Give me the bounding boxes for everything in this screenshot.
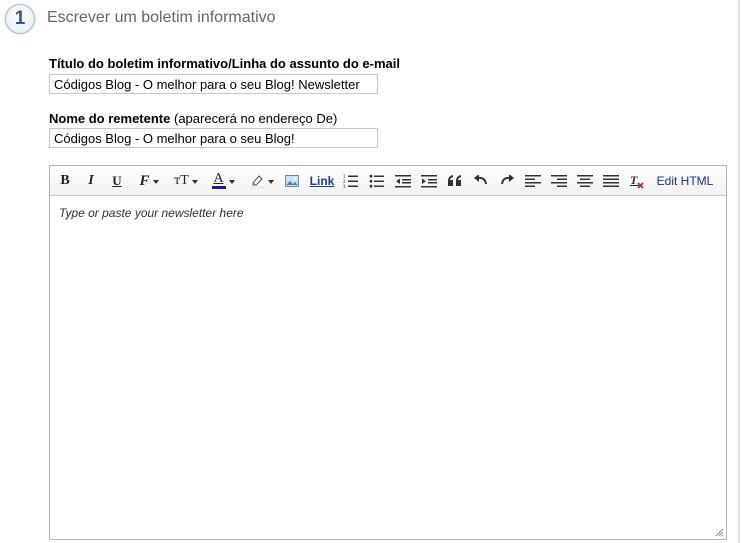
numbered-list-icon: 1 2 3 bbox=[343, 174, 358, 188]
align-right-button[interactable] bbox=[550, 171, 568, 191]
indent-icon bbox=[421, 175, 437, 188]
quote-icon bbox=[448, 175, 461, 186]
sender-label-hint: (aparecerá no endereço De) bbox=[174, 111, 338, 126]
sender-label-text: Nome do remetente bbox=[49, 111, 171, 126]
subject-label-text: Título do boletim informativo/Linha do a… bbox=[49, 56, 400, 71]
step-title: Escrever um boletim informativo bbox=[47, 9, 276, 26]
numbered-list-button[interactable]: 1 2 3 bbox=[342, 171, 360, 191]
align-center-icon bbox=[577, 175, 593, 187]
text-color-icon: A bbox=[211, 171, 226, 189]
insert-link-button[interactable]: Link bbox=[308, 171, 336, 191]
align-right-icon bbox=[551, 175, 567, 187]
redo-icon bbox=[501, 175, 514, 185]
highlight-color-dropdown[interactable] bbox=[245, 171, 277, 191]
redo-button[interactable] bbox=[498, 171, 516, 191]
font-size-icon: тT bbox=[174, 173, 189, 188]
edit-html-button[interactable]: Edit HTML bbox=[653, 171, 717, 191]
align-justify-icon bbox=[603, 175, 619, 187]
clear-formatting-icon: T bbox=[630, 173, 644, 189]
newsletter-body-textarea[interactable]: Type or paste your newsletter here bbox=[50, 196, 726, 539]
newsletter-editor: B I U F тT A Link 1 2 3 T Edit HTML Type… bbox=[49, 165, 727, 540]
right-divider bbox=[738, 0, 740, 543]
underline-icon: U bbox=[112, 173, 122, 188]
italic-button[interactable]: I bbox=[83, 171, 99, 191]
undo-icon bbox=[474, 175, 487, 185]
font-family-dropdown[interactable]: F bbox=[134, 171, 164, 191]
resize-handle-icon[interactable] bbox=[714, 527, 724, 537]
chevron-down-icon bbox=[267, 180, 274, 184]
text-color-glyph: A bbox=[213, 171, 224, 186]
bullet-list-button[interactable] bbox=[368, 171, 386, 191]
align-center-button[interactable] bbox=[576, 171, 594, 191]
align-left-icon bbox=[525, 175, 541, 187]
bold-button[interactable]: B bbox=[57, 171, 73, 191]
editor-placeholder: Type or paste your newsletter here bbox=[59, 206, 244, 220]
editor-toolbar: B I U F тT A Link 1 2 3 T Edit HTML bbox=[50, 166, 726, 196]
justify-button[interactable] bbox=[602, 171, 620, 191]
sender-label: Nome do remetente (aparecerá no endereço… bbox=[49, 111, 337, 126]
svg-text:3: 3 bbox=[343, 184, 346, 188]
chevron-down-icon bbox=[228, 180, 235, 184]
svg-text:T: T bbox=[630, 173, 638, 187]
newsletter-compose-page: 1 Escrever um boletim informativo Título… bbox=[0, 0, 742, 543]
highlighter-icon bbox=[249, 173, 265, 189]
italic-icon: I bbox=[88, 173, 94, 188]
outdent-icon bbox=[395, 175, 411, 188]
text-color-dropdown[interactable]: A bbox=[207, 171, 239, 191]
subject-input[interactable]: Códigos Blog - O melhor para o seu Blog!… bbox=[49, 74, 378, 94]
outdent-button[interactable] bbox=[394, 171, 412, 191]
bullet-list-icon bbox=[369, 174, 384, 188]
font-family-icon: F bbox=[139, 172, 150, 189]
step-header: 1 Escrever um boletim informativo bbox=[0, 0, 742, 38]
chevron-down-icon bbox=[152, 180, 159, 184]
blockquote-button[interactable] bbox=[446, 171, 464, 191]
chevron-down-icon bbox=[191, 180, 198, 184]
font-size-dropdown[interactable]: тT bbox=[170, 171, 202, 191]
image-icon bbox=[285, 175, 299, 187]
underline-button[interactable]: U bbox=[109, 171, 125, 191]
insert-image-button[interactable] bbox=[283, 171, 301, 191]
subject-label: Título do boletim informativo/Linha do a… bbox=[49, 56, 400, 71]
bold-icon: B bbox=[60, 173, 70, 188]
remove-formatting-button[interactable]: T bbox=[628, 171, 646, 191]
undo-button[interactable] bbox=[472, 171, 490, 191]
sender-input[interactable]: Códigos Blog - O melhor para o seu Blog! bbox=[49, 128, 378, 148]
step-number-badge: 1 bbox=[5, 4, 35, 34]
align-left-button[interactable] bbox=[524, 171, 542, 191]
text-color-swatch bbox=[211, 186, 226, 189]
indent-button[interactable] bbox=[420, 171, 438, 191]
